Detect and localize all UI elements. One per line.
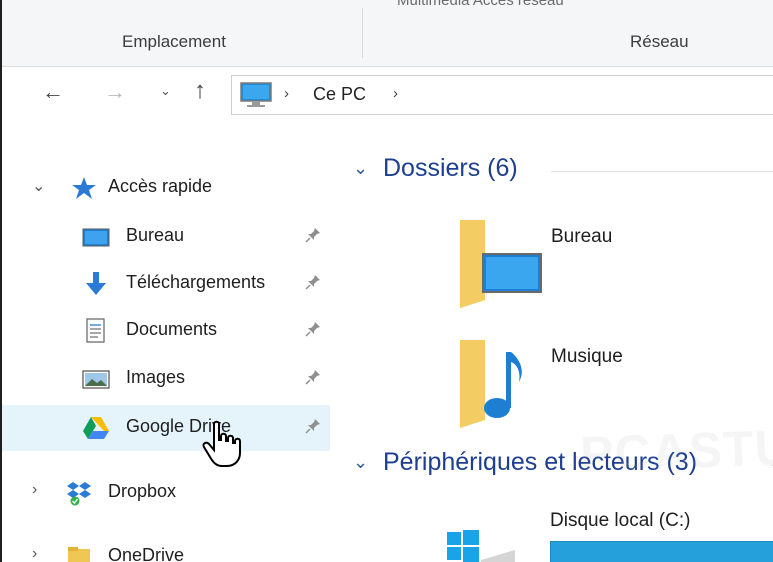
watermark: PCASTUCES bbox=[579, 415, 773, 483]
folder-tile-bureau[interactable]: Bureau bbox=[455, 218, 773, 318]
back-button[interactable]: ← bbox=[42, 79, 64, 105]
file-explorer-window: Multimédia Accès réseau Emplacement Rése… bbox=[0, 0, 773, 562]
sidebar-item-label: Bureau bbox=[126, 225, 185, 245]
expand-chevron-down-icon[interactable]: ⌄ bbox=[32, 176, 45, 196]
breadcrumb-separator[interactable]: › bbox=[393, 85, 398, 102]
pin-icon[interactable] bbox=[304, 273, 322, 291]
address-bar[interactable]: › Ce PC › bbox=[231, 75, 773, 115]
onedrive-folder-icon bbox=[68, 547, 90, 562]
sidebar-item-label: Téléchargements bbox=[126, 272, 266, 292]
folder-name: Musique bbox=[551, 346, 623, 367]
document-icon bbox=[86, 318, 105, 343]
expand-chevron-right-icon[interactable]: › bbox=[32, 545, 37, 562]
image-icon bbox=[82, 370, 110, 389]
breadcrumb-this-pc[interactable]: Ce PC bbox=[313, 84, 366, 105]
this-pc-icon bbox=[240, 82, 272, 107]
navigation-pane: ⌄ Accès rapide Bureau Téléchargements Do… bbox=[2, 130, 335, 562]
forward-button[interactable]: → bbox=[104, 79, 126, 105]
folder-name: Bureau bbox=[551, 226, 613, 247]
up-button[interactable]: ↑ bbox=[194, 77, 206, 105]
drive-tile-local-c[interactable]: Disque local (C:) bbox=[445, 505, 773, 562]
sidebar-item-label: Accès rapide bbox=[108, 176, 213, 196]
folders-section-header[interactable]: ⌄ Dossiers (6) bbox=[353, 154, 773, 188]
sidebar-item-dropbox[interactable]: › Dropbox bbox=[2, 470, 330, 516]
drive-usage-bar bbox=[550, 541, 773, 562]
ribbon-group-emplacement: Emplacement bbox=[122, 32, 226, 51]
sidebar-item-label: Documents bbox=[126, 319, 218, 339]
windows-drive-icon bbox=[447, 530, 515, 562]
dropbox-icon bbox=[67, 482, 91, 506]
sidebar-item-label: Images bbox=[126, 367, 186, 387]
desktop-icon bbox=[82, 228, 110, 247]
sidebar-item-telechargements[interactable]: Téléchargements bbox=[2, 261, 330, 307]
sidebar-item-label: OneDrive bbox=[108, 545, 185, 562]
folders-section-title: Dossiers (6) bbox=[383, 154, 518, 182]
hand-cursor-icon bbox=[202, 420, 241, 467]
download-arrow-icon bbox=[86, 272, 106, 295]
sidebar-item-onedrive[interactable]: › OneDrive bbox=[2, 534, 330, 562]
ribbon-group-reseau: Réseau bbox=[630, 32, 689, 51]
drive-name: Disque local (C:) bbox=[550, 510, 691, 531]
ribbon-group-divider bbox=[362, 8, 363, 58]
collapse-chevron-icon[interactable]: ⌄ bbox=[353, 158, 368, 179]
sidebar-item-documents[interactable]: Documents bbox=[2, 308, 330, 354]
sidebar-item-google-drive[interactable]: Google Drive bbox=[2, 405, 330, 451]
pin-icon[interactable] bbox=[304, 368, 322, 386]
section-divider bbox=[551, 171, 773, 172]
desktop-folder-icon bbox=[460, 220, 542, 308]
navigation-bar: ← → ⌄ ↑ › Ce PC › bbox=[2, 67, 773, 129]
recent-locations-chevron-icon[interactable]: ⌄ bbox=[160, 83, 171, 99]
pin-icon[interactable] bbox=[304, 226, 322, 244]
content-pane: ⌄ Dossiers (6) Bureau Musique ⌄ Périphér… bbox=[335, 130, 773, 562]
sidebar-item-images[interactable]: Images bbox=[2, 356, 330, 402]
star-icon bbox=[72, 177, 96, 199]
pin-icon[interactable] bbox=[304, 417, 322, 435]
expand-chevron-right-icon[interactable]: › bbox=[32, 481, 37, 499]
ribbon-partial-labels: Multimédia Accès réseau bbox=[397, 0, 564, 9]
sidebar-item-quick-access[interactable]: ⌄ Accès rapide bbox=[2, 165, 330, 211]
ribbon: Multimédia Accès réseau Emplacement Rése… bbox=[2, 0, 773, 67]
music-folder-icon bbox=[460, 340, 522, 428]
sidebar-item-label: Dropbox bbox=[108, 481, 177, 501]
pin-icon[interactable] bbox=[304, 320, 322, 338]
collapse-chevron-icon[interactable]: ⌄ bbox=[353, 452, 368, 473]
google-drive-icon bbox=[83, 417, 109, 439]
sidebar-item-bureau[interactable]: Bureau bbox=[2, 214, 330, 260]
breadcrumb-separator[interactable]: › bbox=[284, 85, 289, 102]
